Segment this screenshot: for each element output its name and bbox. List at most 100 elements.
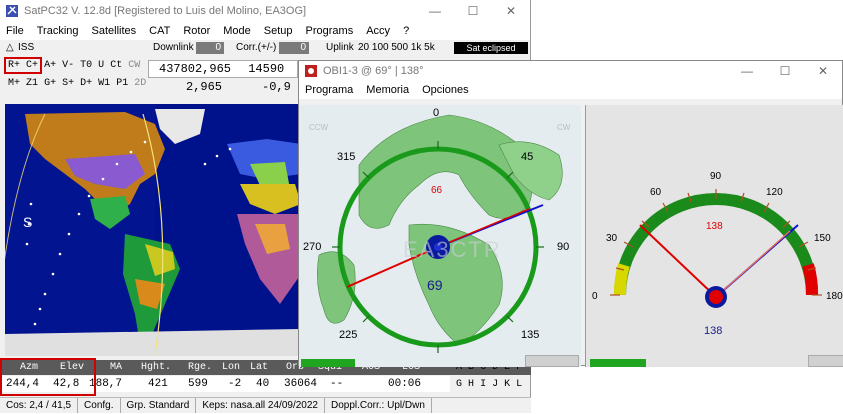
radar-label-315: 315: [337, 151, 356, 163]
gauge-value: 138: [704, 325, 723, 337]
obi-menubar: Programa Memoria Opciones: [299, 81, 842, 99]
mode-w[interactable]: W1: [98, 78, 110, 89]
menu-programa[interactable]: Programa: [305, 84, 353, 96]
menu-accy[interactable]: Accy: [366, 25, 390, 37]
uplink-frequency: 14590: [248, 62, 285, 76]
channel-l[interactable]: L: [516, 379, 522, 390]
radar-label-0: 0: [433, 107, 440, 119]
satellite-name: ISS: [18, 42, 35, 53]
satpc-statusbar: Cos: 2,4 / 41,5 Confg. Grp. Standard Kep…: [0, 397, 531, 413]
mode-v[interactable]: V-: [62, 60, 74, 71]
val-los: 00:06: [388, 378, 422, 390]
val-orb: 36064: [284, 378, 318, 390]
frequency-toolbar: △ ISS Downlink 0 Corr.(+/-) 0 Uplink 20 …: [0, 42, 531, 55]
radar-button[interactable]: [525, 355, 579, 367]
channel-h[interactable]: H: [468, 379, 474, 390]
azimuth-radar-graphic: [299, 105, 581, 367]
mode-row-2: M+ Z1 G+ S+ D+ W1 P1 2D: [8, 78, 146, 89]
menu-cat[interactable]: CAT: [149, 25, 170, 37]
close-button[interactable]: ✕: [492, 4, 530, 18]
channel-j[interactable]: J: [492, 379, 498, 390]
maximize-button[interactable]: ☐: [454, 4, 492, 18]
gauge-status-bar: [590, 359, 646, 367]
hdr-ma: MA: [110, 362, 123, 373]
status-doppler: Doppl.Corr.: Upl/Dwn: [325, 398, 432, 413]
menu-memoria[interactable]: Memoria: [366, 84, 409, 96]
obi-title: OBI1-3 @ 69° | 138°: [323, 65, 424, 77]
satpc-title: SatPC32 V. 12.8d [Registered to Luis del…: [24, 5, 307, 17]
mode-g[interactable]: G+: [44, 78, 56, 89]
menu-help[interactable]: ?: [403, 25, 409, 37]
cw-label: CW: [557, 123, 571, 132]
radar-label-270: 270: [303, 241, 322, 253]
hdr-rge: Rge.: [188, 362, 213, 373]
mode-cw[interactable]: CW: [128, 60, 140, 71]
uplink-label: Uplink: [326, 42, 354, 53]
corr-value[interactable]: 0: [279, 42, 309, 54]
channel-i[interactable]: I: [480, 379, 486, 390]
val-rge: 599: [188, 378, 208, 390]
satellite-position-marker: S: [23, 214, 33, 230]
mode-t[interactable]: T0: [80, 60, 92, 71]
highlight-rc-box: [4, 57, 42, 74]
menu-programs[interactable]: Programs: [306, 25, 354, 37]
menu-tracking[interactable]: Tracking: [37, 25, 79, 37]
obi-close-button[interactable]: ✕: [804, 64, 842, 78]
menu-setup[interactable]: Setup: [264, 25, 293, 37]
channel-k[interactable]: K: [504, 379, 510, 390]
menu-rotor[interactable]: Rotor: [183, 25, 210, 37]
menu-satellites[interactable]: Satellites: [92, 25, 137, 37]
obi-minimize-button[interactable]: —: [728, 64, 766, 78]
obi-app-icon: [305, 65, 317, 77]
satpc-menubar: File Tracking Satellites CAT Rotor Mode …: [0, 22, 530, 40]
channel-g[interactable]: G: [456, 379, 462, 390]
mode-2d[interactable]: 2D: [134, 78, 146, 89]
status-config[interactable]: Confg.: [78, 398, 121, 413]
menu-file[interactable]: File: [6, 25, 24, 37]
world-map[interactable]: S: [5, 104, 301, 356]
channel-letters-row-2: G H I J K L: [456, 379, 522, 390]
radar-label-45: 45: [521, 151, 534, 163]
mode-z[interactable]: Z1: [26, 78, 38, 89]
gauge-label-180: 180: [826, 291, 843, 302]
gauge-label-60: 60: [650, 187, 662, 198]
menu-mode[interactable]: Mode: [223, 25, 251, 37]
mode-u[interactable]: U: [98, 60, 104, 71]
mode-p[interactable]: P1: [116, 78, 128, 89]
status-keps: Keps: nasa.all 24/09/2022: [196, 398, 325, 413]
gauge-label-30: 30: [606, 233, 618, 244]
gauge-label-120: 120: [766, 187, 783, 198]
mode-d[interactable]: D+: [80, 78, 92, 89]
elevation-marker-value: 66: [431, 185, 443, 196]
menu-opciones[interactable]: Opciones: [422, 84, 468, 96]
gauge-label-150: 150: [814, 233, 831, 244]
uplink-steps[interactable]: 20 100 500 1k 5k: [358, 42, 435, 53]
val-hght: 421: [148, 378, 168, 390]
obi-maximize-button[interactable]: ☐: [766, 64, 804, 78]
radar-label-225: 225: [339, 329, 358, 341]
status-cos: Cos: 2,4 / 41,5: [0, 398, 79, 413]
gauge-button[interactable]: [808, 355, 843, 367]
gauge-label-90: 90: [710, 171, 722, 182]
hdr-hght: Hght.: [141, 362, 172, 373]
satellite-app-icon: [6, 5, 18, 17]
downlink-value[interactable]: 0: [196, 42, 224, 54]
satellite-up-icon: △: [6, 42, 14, 53]
gauge-label-0: 0: [592, 291, 598, 302]
azimuth-radar[interactable]: 0 315 45 90 270 225 135 66 69 EA3CTR CCW…: [299, 105, 581, 367]
mode-ct[interactable]: Ct: [110, 60, 122, 71]
watermark-text: EA3CTR: [403, 237, 502, 262]
radar-status-bar: [301, 359, 355, 367]
mode-s[interactable]: S+: [62, 78, 74, 89]
minimize-button[interactable]: —: [416, 4, 454, 18]
status-group[interactable]: Grp. Standard: [121, 398, 197, 413]
world-map-graphic: [5, 104, 301, 356]
mode-m[interactable]: M+: [8, 78, 20, 89]
highlight-azm-elev-box: [0, 358, 96, 396]
val-lat: 40: [256, 378, 270, 390]
elevation-center-value: 69: [427, 277, 443, 293]
downlink-label: Downlink: [153, 42, 194, 53]
mode-a[interactable]: A+: [44, 60, 56, 71]
elevation-gauge[interactable]: 0 30 60 90 120 150 180 138 138: [585, 105, 843, 367]
obi-titlebar: OBI1-3 @ 69° | 138° — ☐ ✕: [299, 61, 842, 81]
